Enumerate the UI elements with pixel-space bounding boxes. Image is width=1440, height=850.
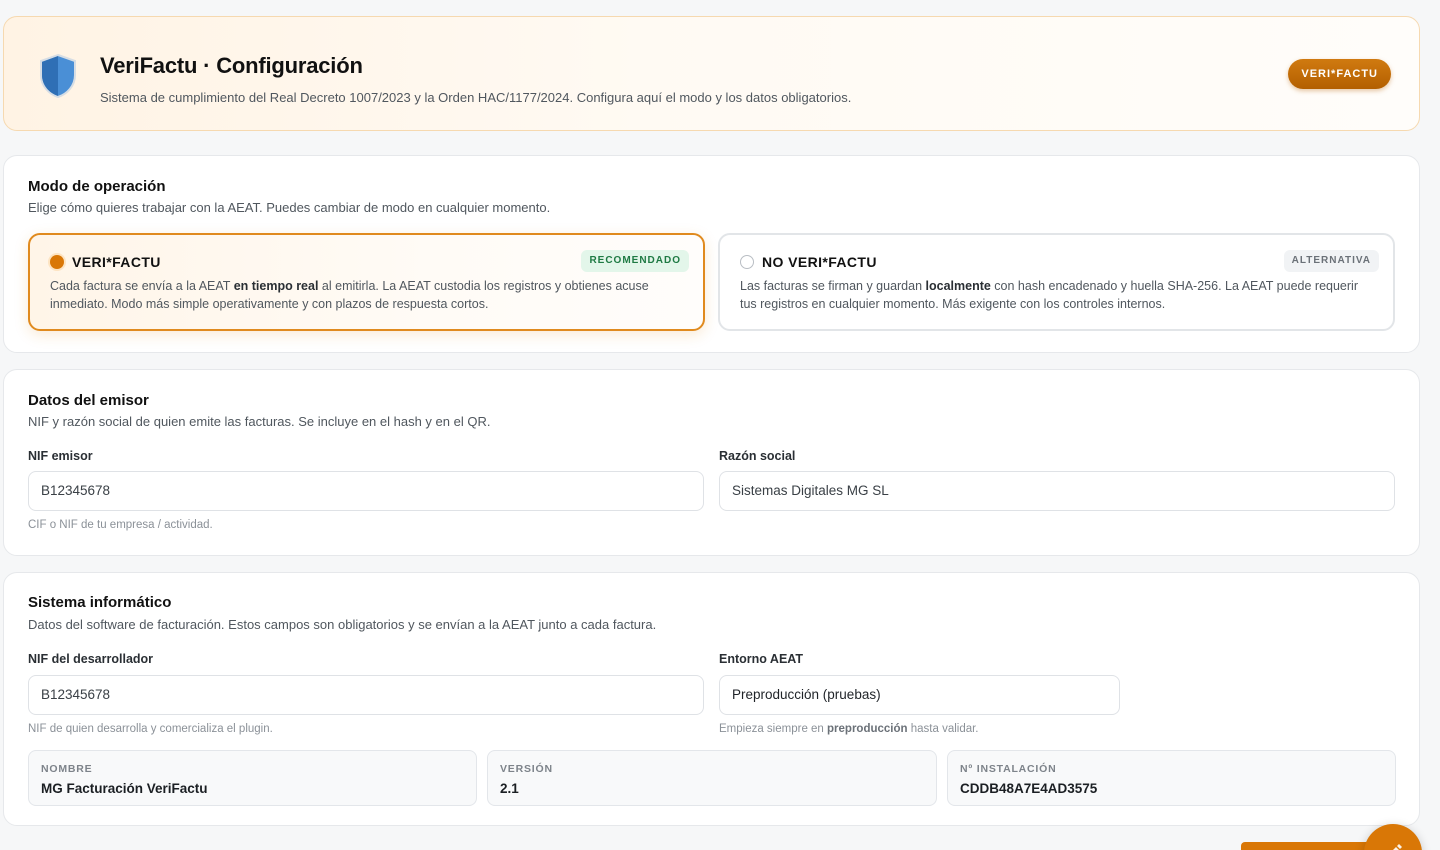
radio-unselected-icon[interactable] (740, 255, 754, 269)
section-subtitle: NIF y razón social de quien emite las fa… (28, 414, 491, 429)
entorno-aeat-hint: Empieza siempre en preproducción hasta v… (719, 723, 979, 735)
mode-option-title: VERI*FACTU (72, 254, 161, 270)
section-title: Datos del emisor (28, 392, 149, 409)
nif-desarrollador-hint: NIF de quien desarrolla y comercializa e… (28, 723, 273, 735)
floating-action-button[interactable] (1364, 824, 1422, 850)
nif-desarrollador-input[interactable]: B12345678 (28, 675, 704, 715)
info-version: VERSIÓN 2.1 (487, 750, 937, 806)
recommended-badge: RECOMENDADO (581, 250, 689, 272)
verifactu-badge: VERI*FACTU (1288, 59, 1391, 89)
nif-emisor-input[interactable]: B12345678 (28, 471, 704, 511)
pencil-icon (1393, 844, 1402, 850)
nif-emisor-hint: CIF o NIF de tu empresa / actividad. (28, 519, 213, 531)
section-title: Sistema informático (28, 594, 172, 611)
info-nombre: NOMBRE MG Facturación VeriFactu (28, 750, 477, 806)
entorno-aeat-label: Entorno AEAT (719, 652, 804, 666)
section-subtitle: Elige cómo quieres trabajar con la AEAT.… (28, 200, 551, 215)
razon-social-label: Razón social (719, 449, 796, 463)
mode-option-description: Las facturas se firman y guardan localme… (740, 279, 1358, 311)
info-instalacion: Nº INSTALACIÓN CDDB48A7E4AD3575 (947, 750, 1396, 806)
page-title: VeriFactu · Configuración (100, 53, 363, 78)
sistema-section: Sistema informático Datos del software d… (3, 572, 1420, 826)
entorno-aeat-select[interactable]: Preproducción (pruebas) (719, 675, 1120, 715)
razon-social-input[interactable]: Sistemas Digitales MG SL (719, 471, 1395, 511)
page-subtitle: Sistema de cumplimiento del Real Decreto… (100, 90, 852, 105)
nif-desarrollador-label: NIF del desarrollador (28, 652, 154, 666)
mode-option-title: NO VERI*FACTU (762, 254, 877, 270)
emisor-section: Datos del emisor NIF y razón social de q… (3, 369, 1420, 556)
nif-emisor-label: NIF emisor (28, 449, 93, 463)
section-title: Modo de operación (28, 178, 166, 195)
shield-icon (40, 53, 76, 99)
alternative-badge: ALTERNATIVA (1283, 250, 1379, 272)
save-button[interactable] (1241, 842, 1381, 850)
mode-section: Modo de operación Elige cómo quieres tra… (3, 155, 1420, 353)
section-subtitle: Datos del software de facturación. Estos… (28, 617, 657, 632)
mode-option-verifactu[interactable]: VERI*FACTU RECOMENDADO Cada factura se e… (28, 233, 705, 331)
radio-selected-icon[interactable] (50, 255, 64, 269)
verifactu-header: VeriFactu · Configuración Sistema de cum… (3, 16, 1420, 131)
mode-option-description: Cada factura se envía a la AEAT en tiemp… (50, 279, 649, 311)
mode-option-no-verifactu[interactable]: NO VERI*FACTU ALTERNATIVA Las facturas s… (718, 233, 1395, 331)
